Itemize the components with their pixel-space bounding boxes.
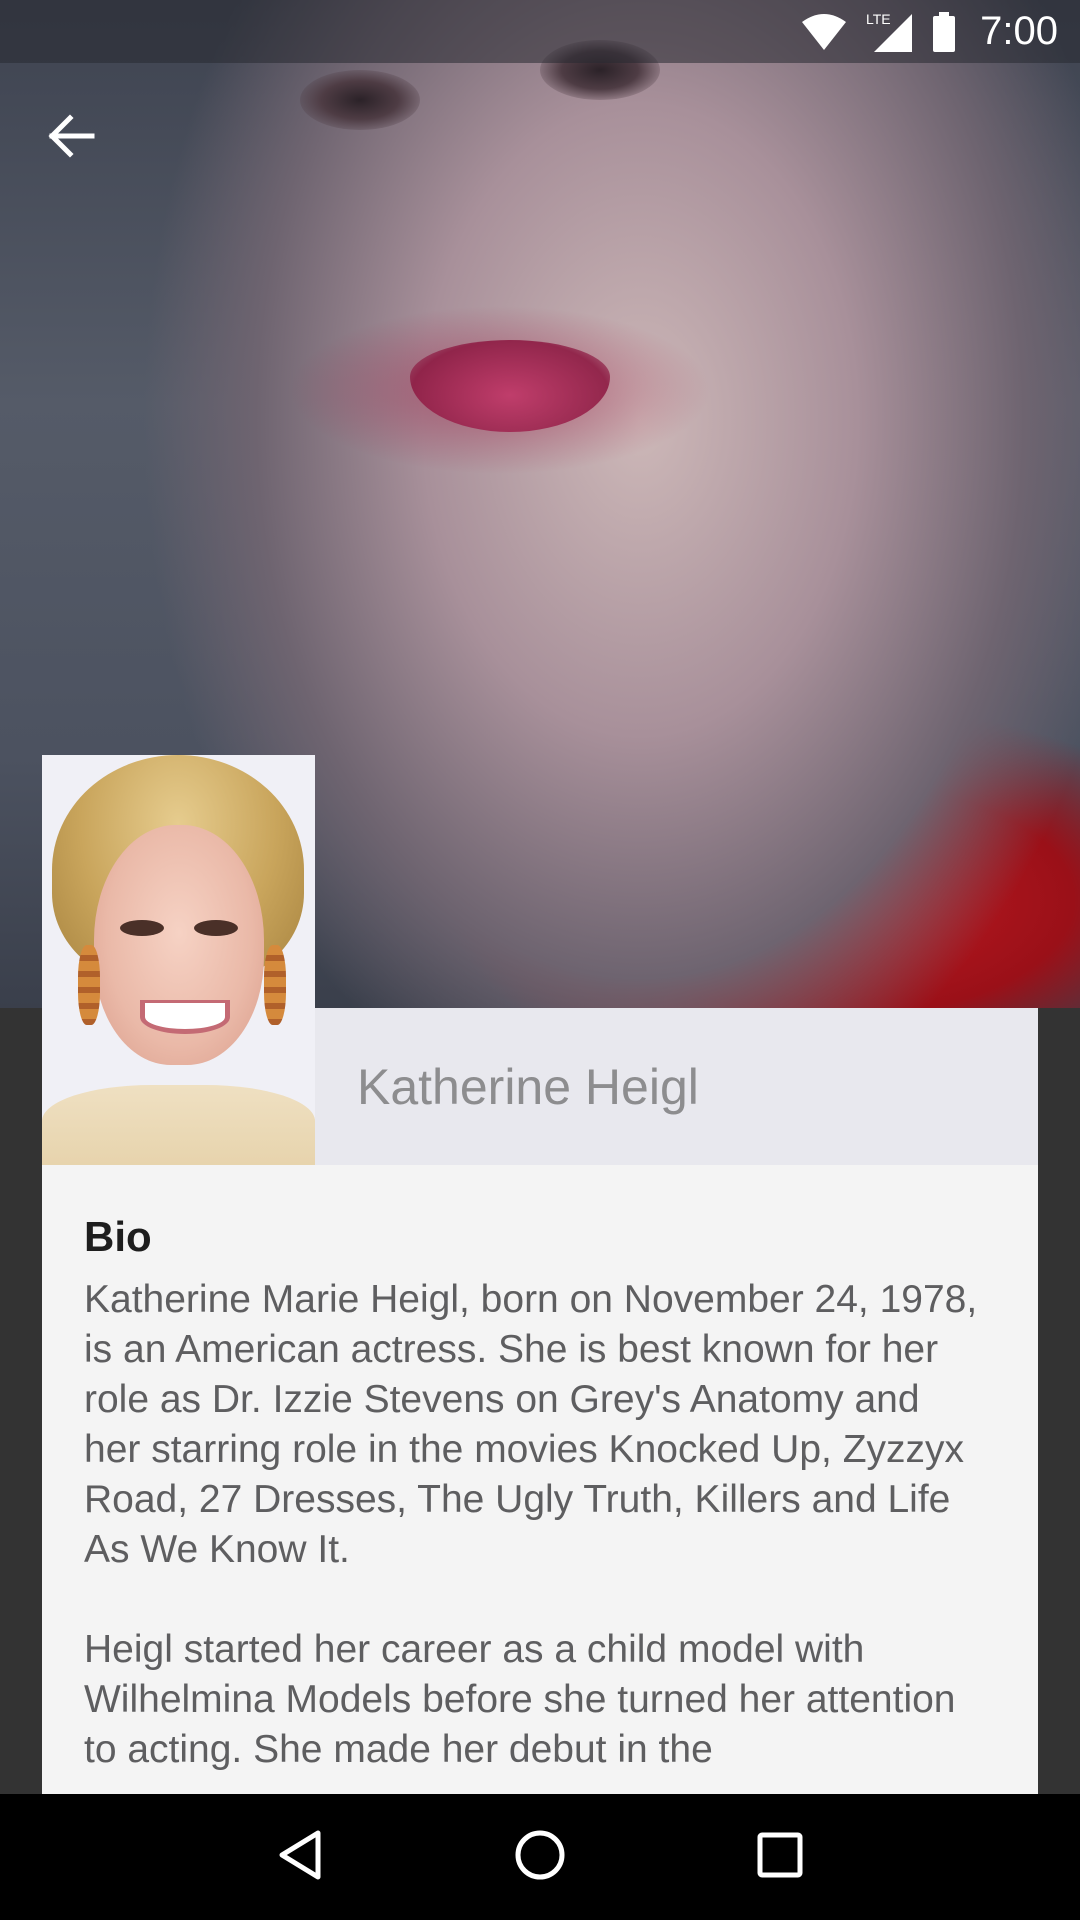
photo-eye-right	[194, 920, 238, 936]
hero-eye-left	[300, 70, 420, 130]
bio-paragraph-2: Heigl started her career as a child mode…	[84, 1628, 956, 1771]
arrow-left-icon	[48, 113, 96, 163]
photo-earring-left	[78, 945, 100, 1025]
profile-name: Katherine Heigl	[357, 1058, 699, 1115]
bio-paragraph-1: Katherine Marie Heigl, born on November …	[84, 1278, 978, 1571]
wifi-icon	[800, 12, 848, 52]
name-strip: Katherine Heigl	[315, 1008, 1038, 1165]
back-triangle-icon	[276, 1829, 324, 1886]
recents-square-icon	[756, 1831, 804, 1884]
status-time: 7:00	[980, 9, 1058, 53]
nav-recents-button[interactable]	[735, 1812, 825, 1902]
home-circle-icon	[514, 1829, 566, 1886]
hero-lips	[410, 340, 610, 432]
navigation-bar	[0, 1794, 1080, 1920]
back-button[interactable]	[30, 96, 114, 180]
photo-collar	[42, 1085, 315, 1165]
cellular-signal-icon: LTE	[866, 10, 914, 54]
bio-title: Bio	[84, 1213, 152, 1260]
network-type-label: LTE	[866, 11, 891, 27]
photo-earring-right	[264, 945, 286, 1025]
nav-home-button[interactable]	[495, 1812, 585, 1902]
photo-eye-left	[120, 920, 164, 936]
profile-photo	[42, 755, 315, 1165]
bio-section: Bio Katherine Marie Heigl, born on Novem…	[84, 1213, 984, 1825]
screen: LTE 7:00 Katherine Heigl Bio Katherine M…	[0, 0, 1080, 1920]
nav-back-button[interactable]	[255, 1812, 345, 1902]
status-bar: LTE 7:00	[0, 0, 1080, 63]
photo-smile	[140, 1000, 230, 1034]
battery-icon	[932, 11, 956, 52]
